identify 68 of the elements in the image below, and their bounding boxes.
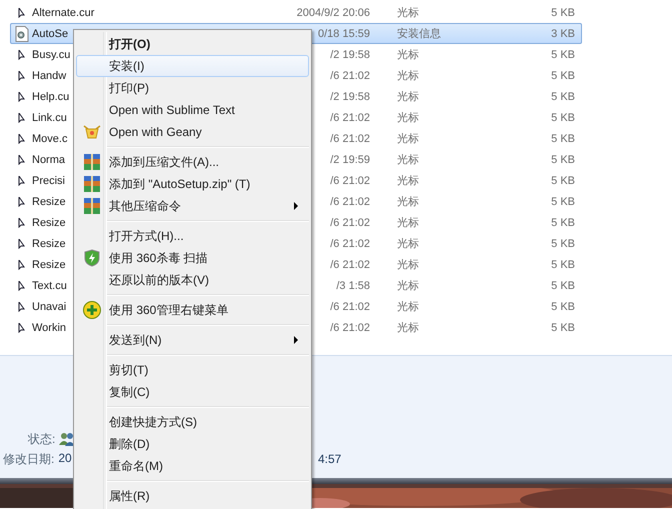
file-size: 5 KB xyxy=(550,154,576,166)
file-type: 光标 xyxy=(397,48,420,62)
file-name: Alternate.cur xyxy=(32,6,94,18)
modified-label: 修改日期: xyxy=(3,450,54,468)
file-type: 光标 xyxy=(397,258,420,272)
file-size: 5 KB xyxy=(550,216,576,228)
file-date: 0/18 15:59 xyxy=(318,28,370,40)
file-type: 光标 xyxy=(397,279,420,293)
file-date: /6 21:02 xyxy=(330,70,370,82)
file-date: /2 19:58 xyxy=(330,90,370,102)
file-name: Precisi xyxy=(32,174,66,186)
file-type: 光标 xyxy=(397,90,420,104)
file-date: /6 21:02 xyxy=(330,300,370,312)
file-name: Help.cu xyxy=(32,90,70,102)
file-size: 5 KB xyxy=(550,174,576,186)
file-size: 5 KB xyxy=(550,6,576,18)
file-size: 5 KB xyxy=(550,280,576,292)
file-size: 5 KB xyxy=(550,300,576,312)
file-name: Unavai xyxy=(32,300,66,312)
file-name: AutoSe xyxy=(32,28,68,40)
file-type: 光标 xyxy=(397,132,420,146)
modified-value: 4:57 xyxy=(318,452,342,466)
file-date: /6 21:02 xyxy=(330,132,370,144)
file-type: 安装信息 xyxy=(397,26,442,41)
file-size: 5 KB xyxy=(550,196,576,208)
file-size: 5 KB xyxy=(550,48,576,60)
modified-value: 20 xyxy=(58,450,72,466)
file-name: Norma xyxy=(32,154,66,166)
file-name: Busy.cu xyxy=(32,48,70,60)
file-size: 5 KB xyxy=(550,322,576,334)
file-date: /3 1:58 xyxy=(336,280,370,292)
file-size: 5 KB xyxy=(550,238,576,250)
file-name: Text.cu xyxy=(32,280,67,292)
file-date: /6 21:02 xyxy=(330,238,370,250)
file-name: Link.cu xyxy=(32,112,67,124)
file-size: 5 KB xyxy=(550,112,576,124)
file-name: Resize xyxy=(32,216,66,228)
file-date: 2004/9/2 20:06 xyxy=(296,6,370,18)
file-type: 光标 xyxy=(397,174,420,188)
file-name: Handw xyxy=(32,70,66,82)
file-date: /6 21:02 xyxy=(330,174,370,186)
file-date: /6 21:02 xyxy=(330,258,370,270)
file-date: /6 21:02 xyxy=(330,322,370,334)
file-date: /2 19:58 xyxy=(330,48,370,60)
file-date: /6 21:02 xyxy=(330,196,370,208)
file-type: 光标 xyxy=(397,153,420,167)
file-type: 光标 xyxy=(397,216,420,230)
file-type: 光标 xyxy=(397,69,420,83)
status-label: 状态: xyxy=(28,430,56,448)
file-type: 光标 xyxy=(397,300,420,314)
file-type: 光标 xyxy=(397,195,420,209)
file-name: Resize xyxy=(32,258,66,270)
file-size: 5 KB xyxy=(550,258,576,270)
file-name: Resize xyxy=(32,238,66,250)
file-name: Move.c xyxy=(32,132,68,144)
file-type: 光标 xyxy=(397,321,420,335)
file-size: 5 KB xyxy=(550,90,576,102)
file-type: 光标 xyxy=(397,111,420,125)
file-size: 5 KB xyxy=(550,132,576,144)
file-name: Resize xyxy=(32,196,66,208)
file-size: 5 KB xyxy=(550,70,576,82)
file-type: 光标 xyxy=(397,237,420,251)
file-date: /2 19:59 xyxy=(330,154,370,166)
file-size: 3 KB xyxy=(550,28,576,40)
file-type: 光标 xyxy=(397,6,420,20)
file-date: /6 21:02 xyxy=(330,112,370,124)
file-date: /6 21:02 xyxy=(330,216,370,228)
file-name: Workin xyxy=(32,322,66,334)
